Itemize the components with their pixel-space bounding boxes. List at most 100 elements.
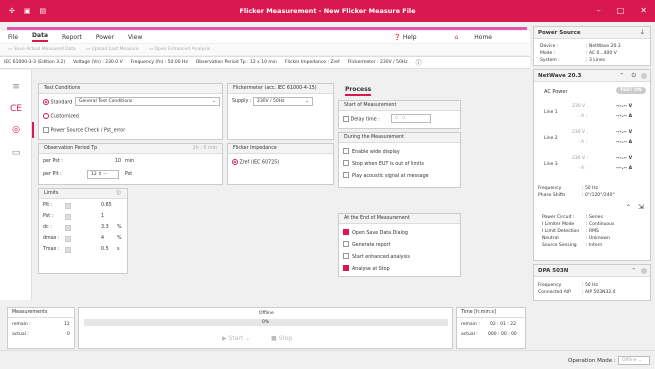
- limit-value[interactable]: 3.3: [101, 225, 109, 230]
- menu-icon[interactable]: ≡: [8, 82, 24, 96]
- accent-bar: [7, 27, 527, 30]
- sidebar-active-marker: [32, 122, 34, 138]
- supply-value: 230V / 50Hz: [257, 99, 285, 104]
- info-period: Observation Period Tp : 12 x 10 min: [195, 60, 277, 65]
- start-label: Start: [228, 335, 244, 342]
- ac-power-label: AC Power: [544, 89, 568, 95]
- operation-mode-select[interactable]: Offline ⌄: [618, 356, 650, 365]
- chevron-down-icon: ⌄: [305, 99, 309, 104]
- limit-checkbox[interactable]: [65, 236, 71, 242]
- delay-checkbox[interactable]: [343, 116, 349, 122]
- flicker-icon[interactable]: ◎: [8, 125, 24, 139]
- standard-select[interactable]: General Test Conditions ⌄: [75, 97, 220, 106]
- limit-checkbox[interactable]: [65, 225, 71, 231]
- minimize-icon[interactable]: –: [597, 6, 601, 15]
- upload-label: Upload Last Measure: [91, 47, 139, 52]
- open-analysis-button[interactable]: ▭ Open Enhanced Analysis: [149, 47, 210, 52]
- detail-key: Source Sensing: [542, 243, 577, 248]
- close-icon[interactable]: ✕: [640, 6, 647, 15]
- limit-value[interactable]: 4: [101, 236, 104, 241]
- supply-label: Supply :: [232, 99, 252, 104]
- end-checkbox[interactable]: [343, 241, 349, 247]
- power-source-title: Power Source: [538, 30, 581, 36]
- menu-power[interactable]: Power: [96, 34, 114, 41]
- during-checkbox[interactable]: [343, 160, 349, 166]
- menu-report[interactable]: Report: [62, 34, 82, 41]
- customized-radio[interactable]: [43, 113, 49, 119]
- during-checkbox[interactable]: [343, 148, 349, 154]
- limit-value[interactable]: 1: [101, 214, 104, 219]
- measurements-header: Measurements: [8, 308, 74, 318]
- process-tab[interactable]: Process: [345, 86, 372, 96]
- operation-mode-value: Offline: [622, 358, 637, 363]
- per-pst-value[interactable]: 10: [115, 159, 121, 164]
- standard-radio[interactable]: [43, 99, 49, 105]
- phase-value: : 0°/120°/240°: [582, 193, 615, 198]
- stop-button[interactable]: ■ Stop: [271, 335, 292, 342]
- time-header: Time [h:min:s]: [457, 308, 525, 318]
- home-button[interactable]: ⌂ Home: [455, 34, 506, 41]
- power-check-checkbox[interactable]: [43, 127, 49, 133]
- time-panel: Time [h:min:s] remain : 02 : 01 : 22 act…: [456, 307, 526, 349]
- line-voltage-value: ---.-- V: [616, 130, 633, 135]
- during-checkbox[interactable]: [343, 172, 349, 178]
- chevron-up-icon[interactable]: ⌃: [619, 70, 624, 82]
- chevron-up-icon[interactable]: ⌃: [631, 265, 636, 277]
- info-icon[interactable]: ⓘ: [116, 189, 121, 199]
- end-option-label: Open Save Data Dialog: [352, 230, 408, 236]
- during-option-label: Stop when EUT is out of limits: [352, 161, 424, 167]
- info-voltage: Voltage (Vn) : 230.0 V: [73, 60, 123, 65]
- detail-key: I Limit Detection: [542, 229, 580, 234]
- end-option: Open Save Data Dialog: [343, 229, 408, 236]
- limit-checkbox[interactable]: [65, 214, 71, 220]
- info-icon[interactable]: ⓘ: [416, 58, 422, 67]
- limit-unit: s: [117, 247, 120, 252]
- maximize-icon[interactable]: □: [617, 6, 625, 15]
- limit-checkbox[interactable]: [65, 247, 71, 253]
- menu-view[interactable]: View: [128, 34, 142, 41]
- save-data-button[interactable]: ▭ Save Actual Measured Data: [8, 47, 76, 52]
- measurements-panel: Measurements remain : 12 actual : 0: [7, 307, 75, 349]
- zref-radio[interactable]: [232, 159, 238, 165]
- limit-checkbox[interactable]: [65, 203, 71, 209]
- ce-icon[interactable]: CE: [8, 104, 24, 118]
- help-button[interactable]: ❓ Help: [393, 34, 430, 41]
- limit-label: Plt :: [43, 203, 53, 208]
- device-icon[interactable]: ▭: [8, 148, 24, 162]
- export-icon[interactable]: ⇲: [638, 203, 644, 211]
- supply-select[interactable]: 230V / 50Hz ⌄: [253, 97, 313, 106]
- limit-unit: %: [117, 225, 122, 230]
- chevron-up-icon[interactable]: ⌃: [626, 204, 631, 211]
- limit-value[interactable]: 0.65: [101, 203, 112, 208]
- power-icon[interactable]: ⏻: [632, 70, 636, 82]
- chevron-down-icon: ⌄: [212, 99, 216, 104]
- plug-icon[interactable]: ⏚: [639, 27, 645, 39]
- delay-label: Delay time :: [350, 117, 380, 123]
- title-bar: ✣ ▣ ▤ Flicker Measurement - New Flicker …: [0, 0, 655, 22]
- during-option: Enable wide display: [343, 148, 400, 155]
- upload-button[interactable]: ▭ Upload Last Measure: [86, 47, 139, 52]
- footer: Operation Mode : Offline ⌄: [0, 350, 655, 369]
- detail-key: Neutral: [542, 236, 559, 241]
- end-checkbox[interactable]: [343, 265, 349, 271]
- end-checkbox[interactable]: [343, 253, 349, 259]
- limit-label: Tmax :: [43, 247, 60, 252]
- per-plt-stepper[interactable]: 12 ⇕ ···: [87, 170, 119, 179]
- time-actual-value: 000 : 00 : 00: [488, 332, 517, 337]
- netwave-title: NetWave 20.3: [538, 73, 582, 79]
- home-icon: ⌂: [454, 33, 459, 41]
- end-panel: At the End of Measurement Open Save Data…: [338, 213, 461, 277]
- menu-data[interactable]: Data: [32, 32, 48, 42]
- menu-file[interactable]: File: [8, 34, 18, 41]
- limit-value[interactable]: 0.5: [101, 247, 109, 252]
- delay-time-input[interactable]: 0 : 0: [391, 114, 431, 123]
- detail-value: : Unknown: [586, 236, 610, 241]
- system-value: : 3 Lines: [586, 58, 605, 63]
- power-source-panel: Power Source ⏚ Device : : NetWave 20.3 Mo…: [533, 26, 651, 66]
- end-checkbox[interactable]: [343, 229, 349, 235]
- status-state: Offline: [259, 311, 274, 316]
- window-title: Flicker Measurement - New Flicker Measur…: [239, 7, 416, 15]
- aip-label: Connected AIP: [538, 290, 571, 295]
- test-on-button[interactable]: TEST ON: [616, 87, 646, 94]
- start-button[interactable]: ▶ Start ⌄: [222, 335, 250, 342]
